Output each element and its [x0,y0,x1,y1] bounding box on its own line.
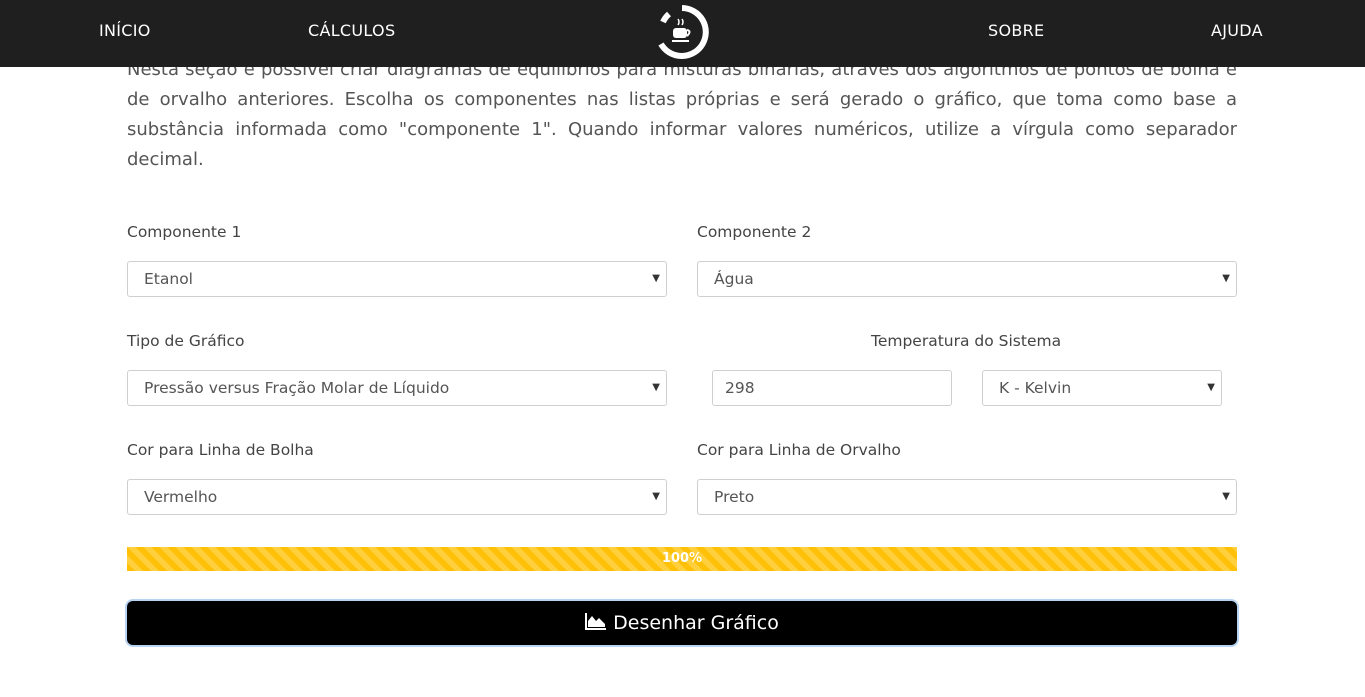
tipo-grafico-select[interactable]: Pressão versus Fração Molar de Líquido ▼ [127,370,667,406]
temperatura-value: 298 [725,379,755,397]
cor-orvalho-label: Cor para Linha de Orvalho [697,441,901,459]
temperatura-label: Temperatura do Sistema [871,332,1062,350]
cor-bolha-select[interactable]: Vermelho ▼ [127,479,667,515]
componente2-value: Água [714,270,754,288]
area-chart-icon [585,612,613,635]
componente1-select[interactable]: Etanol ▼ [127,261,667,297]
chevron-down-icon: ▼ [1222,491,1230,502]
temperatura-input[interactable]: 298 [712,370,952,406]
unidade-temperatura-select[interactable]: K - Kelvin ▼ [982,370,1222,406]
nav-ajuda[interactable]: AJUDA [1211,0,1263,62]
chevron-down-icon: ▼ [652,382,660,393]
componente1-label: Componente 1 [127,223,242,241]
nav-calculos[interactable]: CÁLCULOS [308,0,395,62]
intro-paragraph: Nesta seção é possível criar diagramas d… [127,59,1237,170]
progress-bar: 100% [127,547,1237,571]
nav-sobre[interactable]: SOBRE [988,0,1044,62]
cor-bolha-label: Cor para Linha de Bolha [127,441,314,459]
cor-orvalho-value: Preto [714,488,755,506]
tipo-grafico-label: Tipo de Gráfico [127,332,245,350]
top-navbar: INÍCIO CÁLCULOS SOBRE AJUDA [0,0,1365,67]
chevron-down-icon: ▼ [652,273,660,284]
nav-inicio[interactable]: INÍCIO [99,0,151,62]
chevron-down-icon: ▼ [1207,382,1215,393]
desenhar-grafico-button[interactable]: Desenhar Gráfico [127,601,1237,645]
unidade-temperatura-value: K - Kelvin [999,379,1072,397]
cor-bolha-value: Vermelho [144,488,218,506]
componente1-value: Etanol [144,270,193,288]
componente2-select[interactable]: Água ▼ [697,261,1237,297]
cor-orvalho-select[interactable]: Preto ▼ [697,479,1237,515]
progress-fill: 100% [127,547,1237,571]
componente2-label: Componente 2 [697,223,812,241]
desenhar-grafico-label: Desenhar Gráfico [613,612,779,634]
coffee-cup-logo-icon[interactable] [655,4,709,64]
chevron-down-icon: ▼ [652,491,660,502]
chevron-down-icon: ▼ [1222,273,1230,284]
tipo-grafico-value: Pressão versus Fração Molar de Líquido [144,379,450,397]
